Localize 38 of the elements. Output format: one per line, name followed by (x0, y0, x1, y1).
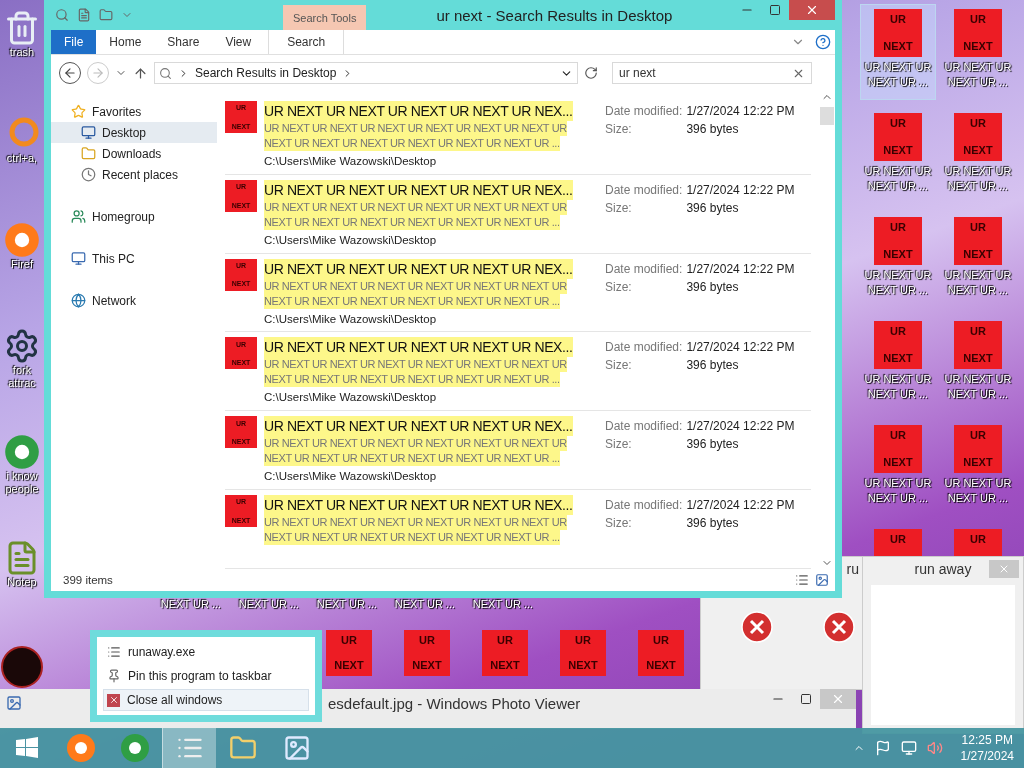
tile-text: UR (970, 221, 986, 233)
tile-text: NEXT (883, 145, 913, 157)
tile-text: UR (890, 429, 906, 441)
tile-text: NEXT (568, 660, 598, 672)
tile-text: NEXT (646, 660, 676, 672)
tile-text: NEXT (963, 353, 993, 365)
context-tab-header: Search Tools (283, 5, 367, 30)
tile-text: NEXT (883, 249, 913, 261)
tile-text: UR (575, 634, 591, 646)
tile-text: UR (970, 13, 986, 25)
tile-text: NEXT (963, 457, 993, 469)
status-bar: 399 items (51, 569, 835, 591)
tile-text: UR (890, 325, 906, 337)
tile-text: UR (341, 634, 357, 646)
tile-text: UR (419, 634, 435, 646)
tile-text: UR (653, 634, 669, 646)
tile-text: NEXT (963, 41, 993, 53)
tile-text: UR (970, 533, 986, 545)
tile-text: UR (497, 634, 513, 646)
tile-text: NEXT (334, 660, 364, 672)
tile-text: NEXT (412, 660, 442, 672)
tile-text: UR (970, 325, 986, 337)
tile-text: NEXT (883, 353, 913, 365)
window-title: esdefault.jpg - Windows Photo Viewer (328, 695, 582, 712)
tile-text: UR (890, 533, 906, 545)
window-title: ru (846, 561, 859, 577)
tile-text: UR (970, 429, 986, 441)
window-title: run away (914, 561, 972, 577)
tile-text: UR (890, 221, 906, 233)
tile-text: NEXT (490, 660, 520, 672)
tile-text: NEXT (963, 249, 993, 261)
tile-text: UR (890, 117, 906, 129)
tile-text: NEXT (883, 41, 913, 53)
tile-text: UR (890, 13, 906, 25)
tile-text: NEXT (883, 457, 913, 469)
tile-text: NEXT (963, 145, 993, 157)
window-title: ur next - Search Results in Desktop (436, 6, 674, 24)
tile-text: UR (970, 117, 986, 129)
